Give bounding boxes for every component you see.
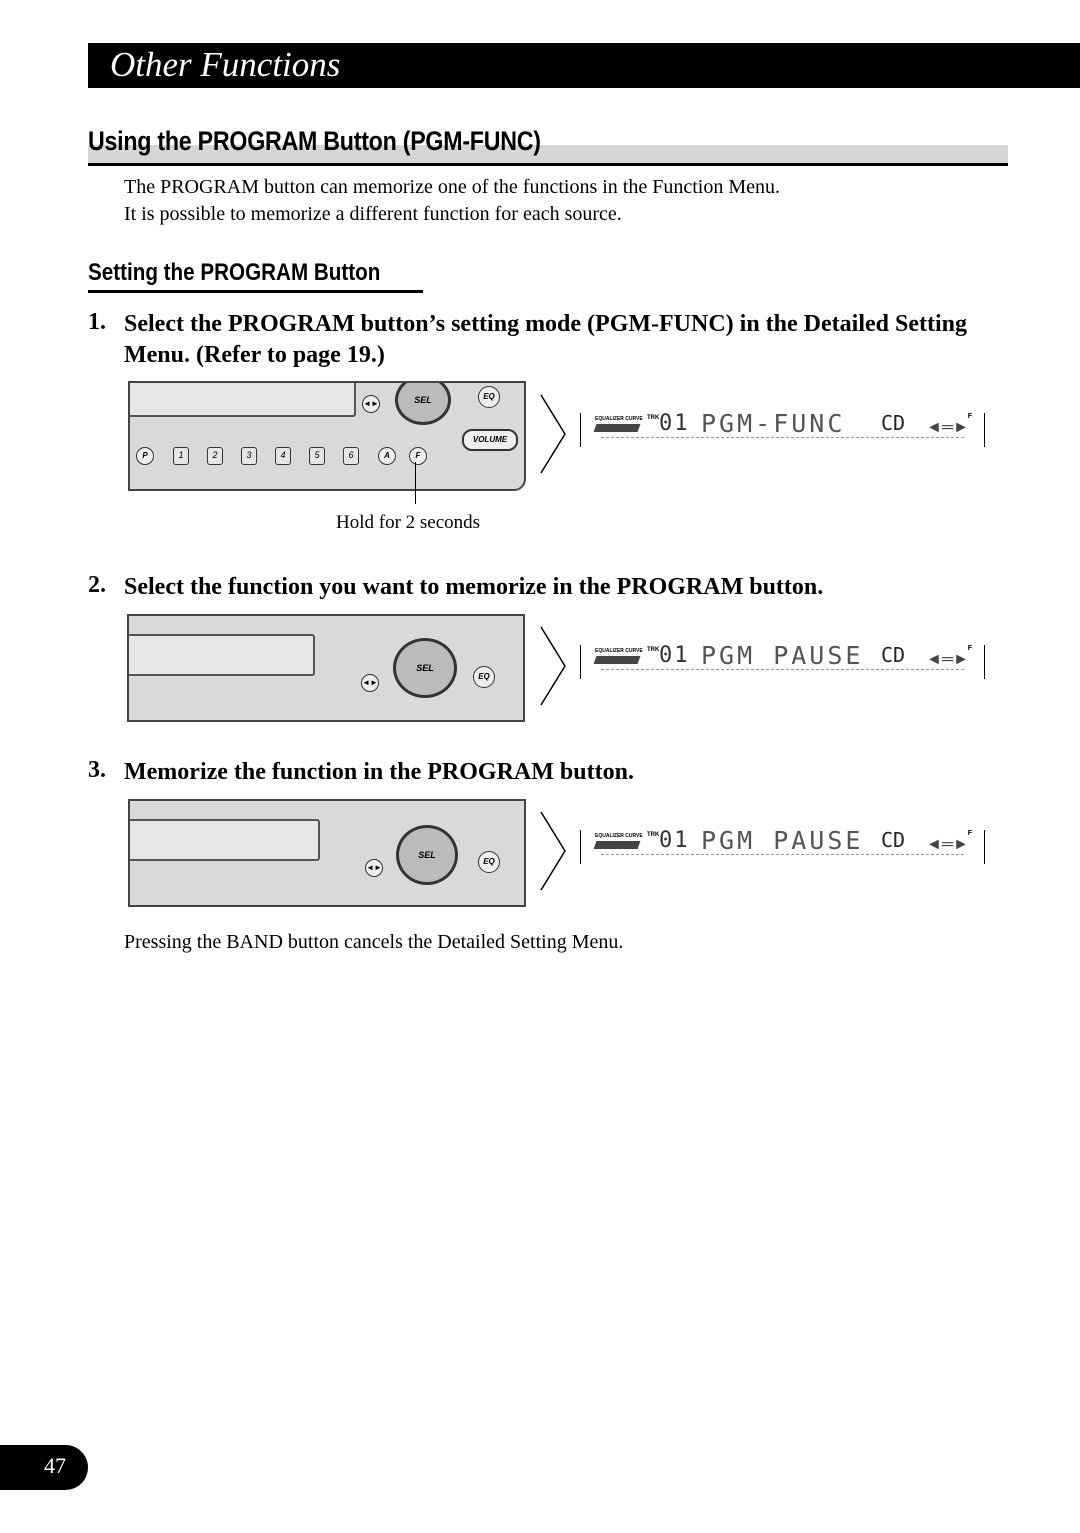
step-text: Memorize the function in the PROGRAM but… bbox=[124, 759, 634, 785]
arrow-right-icon bbox=[540, 811, 566, 891]
preset-button-4: 4 bbox=[275, 447, 291, 465]
seek-button: ◄► bbox=[361, 674, 379, 692]
display-baseline bbox=[601, 669, 964, 670]
preset-button-3: 3 bbox=[241, 447, 257, 465]
hold-caption: Hold for 2 seconds bbox=[336, 512, 481, 533]
preset-button-1: 1 bbox=[173, 447, 189, 465]
direction-arrows-icon: ◄═► bbox=[926, 419, 970, 436]
track-number: 01 bbox=[659, 828, 690, 853]
eq-button: EQ bbox=[478, 386, 500, 408]
eq-label: EQUALIZER CURVE bbox=[595, 648, 643, 654]
direction-arrows-icon: ◄═► bbox=[926, 836, 970, 853]
trk-label: TRK bbox=[647, 415, 660, 421]
step-text: Select the function you want to memorize… bbox=[124, 574, 824, 600]
eq-curve-icon bbox=[593, 424, 641, 432]
arrow-right-icon bbox=[540, 394, 566, 474]
display-baseline bbox=[601, 437, 964, 438]
track-number: 01 bbox=[659, 411, 690, 436]
subsection-title: Setting the PROGRAM Button bbox=[88, 259, 381, 286]
f-indicator: F bbox=[967, 830, 972, 837]
section-title: Using the PROGRAM Button (PGM-FUNC) bbox=[88, 126, 541, 156]
source-indicator: CD bbox=[881, 643, 906, 667]
eq-curve-icon bbox=[593, 656, 641, 664]
chapter-header: Other Functions bbox=[88, 43, 1080, 88]
sel-knob: SEL bbox=[393, 638, 457, 698]
f-indicator: F bbox=[967, 645, 972, 652]
trk-label: TRK bbox=[647, 647, 660, 653]
disc-slot bbox=[130, 383, 356, 417]
disc-slot bbox=[130, 819, 320, 861]
display-text-blinking: PGM PAUSE bbox=[701, 641, 864, 670]
volume-knob: VOLUME bbox=[462, 429, 518, 451]
step-number: 3. bbox=[88, 757, 106, 783]
callout-line bbox=[415, 462, 416, 504]
eq-button: EQ bbox=[473, 666, 495, 688]
display-text: PGM PAUSE bbox=[701, 826, 864, 855]
trk-label: TRK bbox=[647, 832, 660, 838]
source-indicator: CD bbox=[881, 411, 906, 435]
head-unit-illustration: SEL ◄► EQ bbox=[128, 799, 526, 907]
f-indicator: F bbox=[967, 413, 972, 420]
sel-knob: SEL bbox=[395, 383, 451, 425]
chapter-title: Other Functions bbox=[110, 45, 341, 84]
preset-button-p: P bbox=[136, 447, 154, 465]
step-number: 1. bbox=[88, 309, 106, 335]
direction-arrows-icon: ◄═► bbox=[926, 651, 970, 668]
track-number: 01 bbox=[659, 643, 690, 668]
step-text: Select the PROGRAM button’s setting mode… bbox=[124, 311, 967, 368]
disc-slot bbox=[129, 634, 315, 676]
source-indicator: CD bbox=[881, 828, 906, 852]
a-button: A bbox=[378, 447, 396, 465]
head-unit-illustration: SEL ◄► EQ bbox=[127, 614, 525, 722]
preset-button-6: 6 bbox=[343, 447, 359, 465]
step-number: 2. bbox=[88, 572, 106, 598]
lcd-display: EQUALIZER CURVE TRK 01 PGM-FUNC CD ◄═► F bbox=[580, 409, 985, 447]
lcd-display: EQUALIZER CURVE TRK 01 PGM PAUSE CD ◄═► F bbox=[580, 826, 985, 864]
eq-curve-icon bbox=[593, 841, 641, 849]
page-number-tab: 47 bbox=[0, 1445, 88, 1490]
preset-button-5: 5 bbox=[309, 447, 325, 465]
subsection-underline bbox=[88, 290, 423, 293]
arrow-right-icon bbox=[540, 626, 566, 706]
eq-label: EQUALIZER CURVE bbox=[595, 833, 643, 839]
lcd-display: EQUALIZER CURVE TRK 01 PGM PAUSE CD ◄═► F bbox=[580, 641, 985, 679]
seek-button: ◄► bbox=[365, 859, 383, 877]
intro-line: It is possible to memorize a different f… bbox=[124, 203, 622, 225]
function-button: F bbox=[409, 447, 427, 465]
eq-button: EQ bbox=[478, 851, 500, 873]
seek-button: ◄► bbox=[362, 395, 380, 413]
page-number: 47 bbox=[44, 1453, 66, 1478]
display-text: PGM-FUNC bbox=[701, 409, 846, 438]
display-baseline bbox=[601, 854, 964, 855]
eq-label: EQUALIZER CURVE bbox=[595, 416, 643, 422]
note-text: Pressing the BAND button cancels the Det… bbox=[124, 931, 624, 953]
preset-button-2: 2 bbox=[207, 447, 223, 465]
head-unit-illustration: SEL ◄► EQ VOLUME P 1 2 3 4 5 6 A F bbox=[128, 381, 526, 491]
intro-line: The PROGRAM button can memorize one of t… bbox=[124, 176, 781, 198]
sel-knob: SEL bbox=[396, 825, 458, 885]
